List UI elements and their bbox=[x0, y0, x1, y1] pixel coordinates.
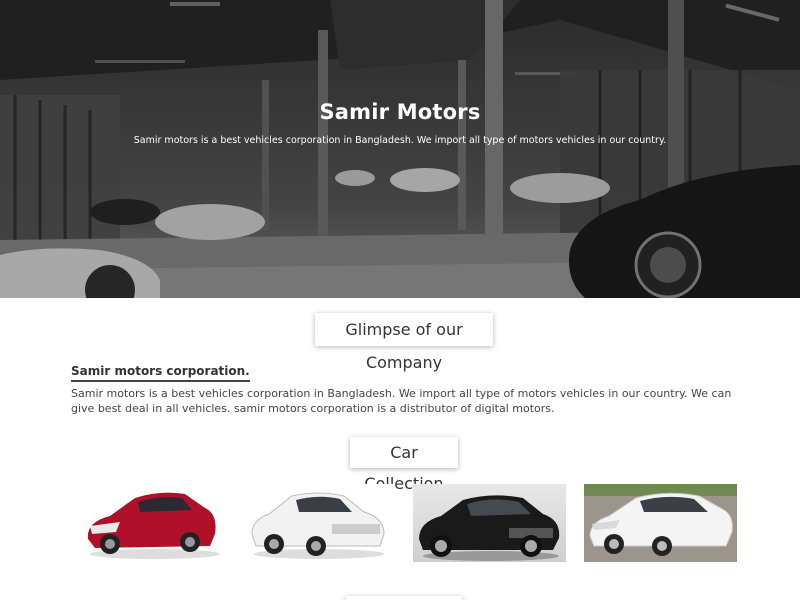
black-car-image[interactable] bbox=[413, 484, 566, 562]
corporation-heading: Samir motors corporation. bbox=[71, 364, 250, 382]
hero-subtitle: Samir motors is a best vehicles corporat… bbox=[133, 135, 667, 146]
showroom-background-image bbox=[0, 0, 800, 298]
white-car-image[interactable] bbox=[244, 484, 394, 562]
corporation-description: Samir motors is a best vehicles corporat… bbox=[71, 387, 732, 415]
hero-banner: Samir Motors Samir motors is a best vehi… bbox=[0, 0, 800, 298]
next-section-title bbox=[346, 596, 462, 600]
hero-title: Samir Motors bbox=[319, 100, 481, 124]
white-sedan-image[interactable] bbox=[584, 484, 737, 562]
car-collection-title: Car Collection bbox=[350, 437, 458, 493]
red-car-image[interactable] bbox=[80, 484, 230, 562]
glimpse-section-title: Glimpse of our Company bbox=[315, 313, 493, 372]
